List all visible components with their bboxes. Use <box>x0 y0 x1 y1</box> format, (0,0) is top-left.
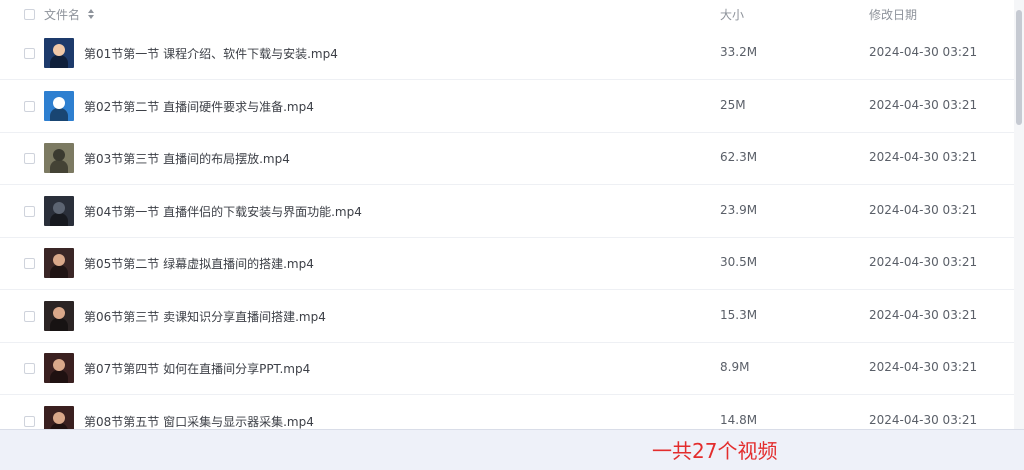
file-name[interactable]: 第07节第四节 如何在直播间分享PPT.mp4 <box>84 360 310 377</box>
file-size: 8.9M <box>720 360 750 374</box>
column-header-name[interactable]: 文件名 <box>44 6 80 23</box>
row-checkbox[interactable] <box>24 153 35 164</box>
file-modified-date: 2024-04-30 03:21 <box>869 412 978 427</box>
column-header-date[interactable]: 修改日期 <box>869 6 917 23</box>
file-row[interactable]: 第07节第四节 如何在直播间分享PPT.mp4 8.9M 2024-04-30 03… <box>0 343 1014 395</box>
row-checkbox[interactable] <box>24 258 35 269</box>
video-count-caption: 一共27个视频 <box>652 439 778 463</box>
file-modified-date: 2024-04-30 03:21 <box>869 45 978 59</box>
file-name[interactable]: 第05节第二节 绿幕虚拟直播间的搭建.mp4 <box>84 255 314 272</box>
file-size: 62.3M <box>720 150 758 164</box>
file-row[interactable]: 第08节第五节 窗口采集与显示器采集.mp4 14.8M 2024-04-30 03… <box>0 396 1014 430</box>
file-row[interactable]: 第06节第三节 卖课知识分享直播间搭建.mp4 15.3M 2024-04-30 0… <box>0 291 1014 343</box>
file-size: 23.9M <box>720 202 758 217</box>
video-thumbnail <box>44 405 74 429</box>
column-header-size[interactable]: 大小 <box>720 6 744 23</box>
file-list-header: 文件名 大小 修改日期 <box>0 0 1014 28</box>
file-row[interactable]: 第03节第三节 直播间的布局摆放.mp4 62.3M 2024-04-30 03:2… <box>0 133 1014 185</box>
row-checkbox[interactable] <box>24 363 35 374</box>
select-all-checkbox[interactable] <box>24 9 35 20</box>
file-modified-date: 2024-04-30 03:21 <box>869 202 978 217</box>
file-list-panel: 文件名 大小 修改日期 第01节第一节 课程介绍、软件下载与安装.mp4 33.2… <box>0 0 1024 430</box>
video-thumbnail <box>44 143 74 173</box>
video-thumbnail <box>44 248 74 278</box>
file-size: 30.5M <box>720 255 758 269</box>
video-thumbnail <box>44 300 74 331</box>
row-checkbox[interactable] <box>24 100 35 112</box>
file-size: 33.2M <box>720 45 758 59</box>
file-name[interactable]: 第02节第二节 直播间硬件要求与准备.mp4 <box>84 98 314 115</box>
footer-bar: 一共27个视频 <box>0 430 1024 470</box>
file-row[interactable]: 第04节第一节 直播伴侣的下载安装与界面功能.mp4 23.9M 2024-04-3… <box>0 186 1014 238</box>
row-checkbox[interactable] <box>24 205 35 217</box>
file-modified-date: 2024-04-30 03:21 <box>869 150 978 164</box>
file-modified-date: 2024-04-30 03:21 <box>869 307 978 322</box>
file-size: 15.3M <box>720 307 758 322</box>
video-thumbnail <box>44 353 74 383</box>
file-modified-date: 2024-04-30 03:21 <box>869 97 978 112</box>
scrollbar-thumb[interactable] <box>1016 10 1022 125</box>
file-modified-date: 2024-04-30 03:21 <box>869 360 978 374</box>
scrollbar[interactable] <box>1014 0 1024 429</box>
file-row[interactable]: 第02节第二节 直播间硬件要求与准备.mp4 25M 2024-04-30 03:2… <box>0 81 1014 133</box>
video-thumbnail <box>44 90 74 121</box>
file-row[interactable]: 第05节第二节 绿幕虚拟直播间的搭建.mp4 30.5M 2024-04-30 03… <box>0 238 1014 290</box>
sort-icon[interactable] <box>88 9 94 19</box>
file-name[interactable]: 第06节第三节 卖课知识分享直播间搭建.mp4 <box>84 308 326 325</box>
row-checkbox[interactable] <box>24 415 35 427</box>
row-checkbox[interactable] <box>24 310 35 322</box>
row-checkbox[interactable] <box>24 48 35 59</box>
file-name[interactable]: 第03节第三节 直播间的布局摆放.mp4 <box>84 150 290 167</box>
file-size: 25M <box>720 97 746 112</box>
file-name[interactable]: 第08节第五节 窗口采集与显示器采集.mp4 <box>84 413 314 430</box>
file-modified-date: 2024-04-30 03:21 <box>869 255 978 269</box>
file-row[interactable]: 第01节第一节 课程介绍、软件下载与安装.mp4 33.2M 2024-04-30 … <box>0 28 1014 80</box>
video-thumbnail <box>44 38 74 68</box>
file-name[interactable]: 第04节第一节 直播伴侣的下载安装与界面功能.mp4 <box>84 203 362 220</box>
video-thumbnail <box>44 195 74 226</box>
file-size: 14.8M <box>720 412 758 427</box>
file-name[interactable]: 第01节第一节 课程介绍、软件下载与安装.mp4 <box>84 45 338 62</box>
